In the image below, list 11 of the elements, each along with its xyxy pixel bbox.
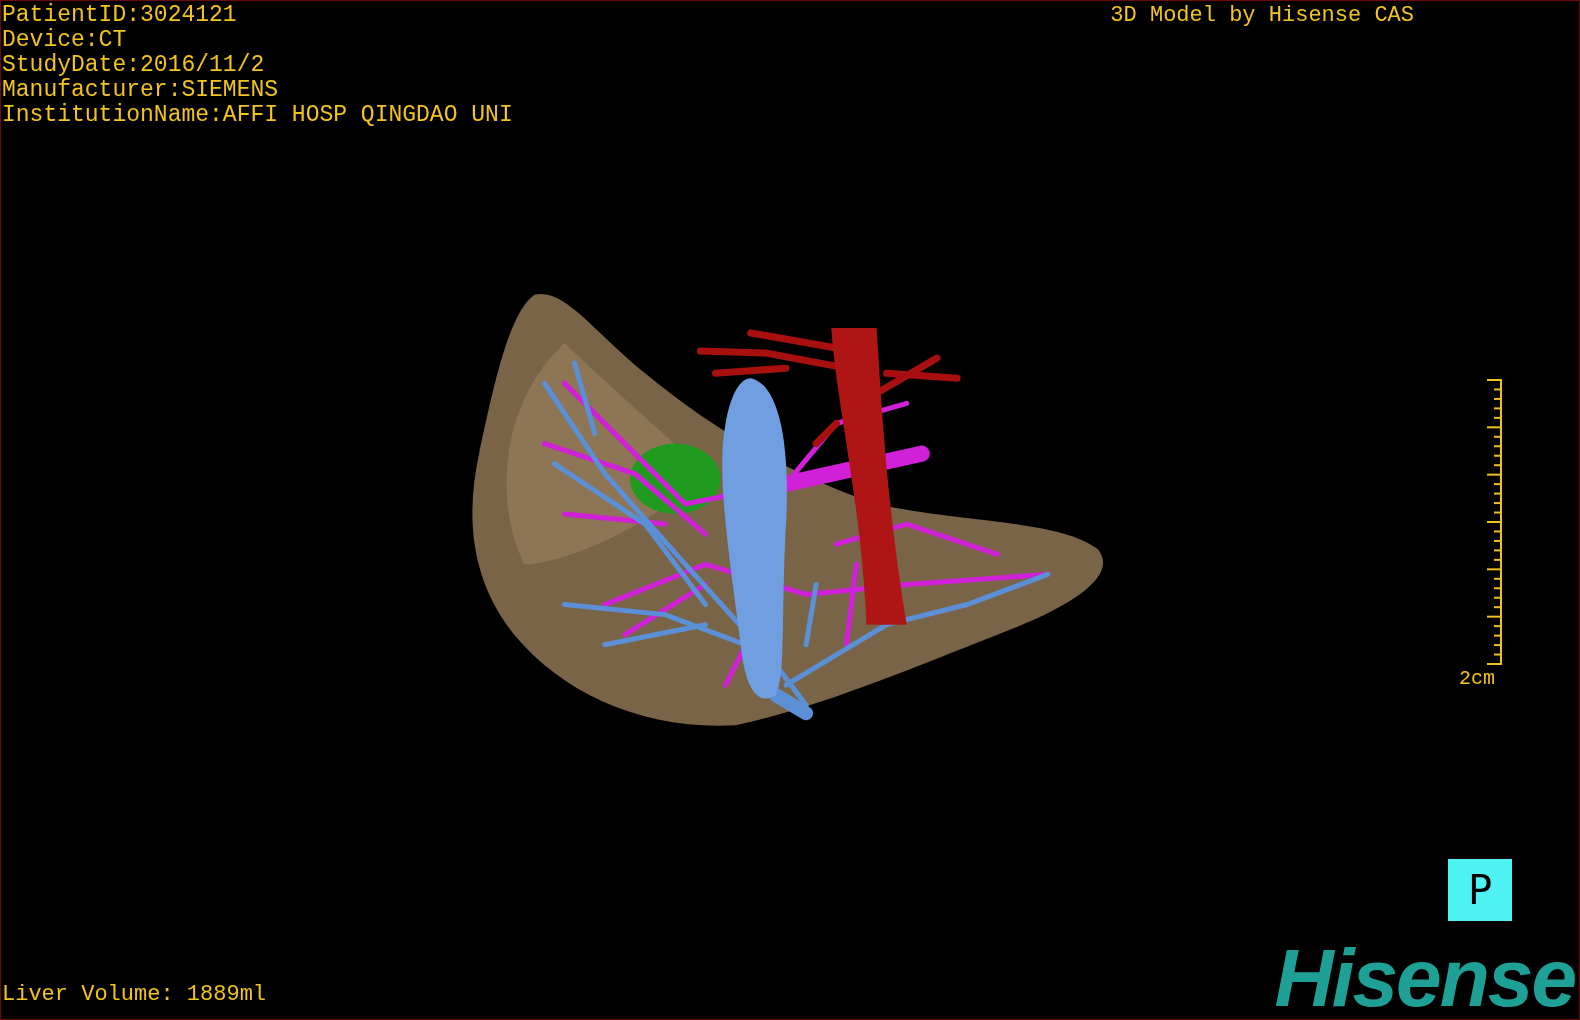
model-title: 3D Model by Hisense CAS bbox=[1109, 3, 1414, 30]
scale-label: 2cm bbox=[1459, 666, 1495, 691]
info-line: PatientID:3024121 bbox=[2, 3, 238, 28]
info-line: Device:CT bbox=[2, 28, 128, 53]
orientation-marker: P bbox=[1448, 859, 1512, 921]
brand-logo: Hisense bbox=[1274, 943, 1576, 1013]
info-line: StudyDate:2016/11/2 bbox=[2, 53, 266, 78]
info-line: Manufacturer:SIEMENS bbox=[2, 78, 280, 103]
info-line: InstitutionName:AFFI HOSP QINGDAO UNI bbox=[2, 103, 513, 128]
scale-ruler-icon bbox=[1485, 378, 1503, 666]
liver-volume: Liver Volume: 1889ml bbox=[1, 982, 267, 1007]
